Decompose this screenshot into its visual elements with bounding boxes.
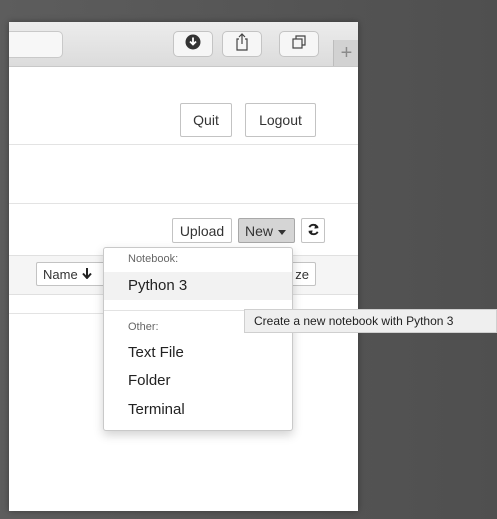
- caret-down-icon: [278, 223, 287, 239]
- python3-tooltip: Create a new notebook with Python 3: [244, 309, 497, 333]
- tabs-icon: [291, 34, 307, 55]
- name-column-label: Name: [43, 266, 78, 282]
- download-icon: [185, 34, 201, 55]
- tabs-divider: [9, 203, 358, 204]
- tabs-button[interactable]: [279, 31, 319, 57]
- new-button-label: New: [245, 222, 274, 239]
- other-section-header: Other:: [128, 321, 159, 333]
- share-button[interactable]: [222, 31, 262, 57]
- download-button[interactable]: [173, 31, 213, 57]
- share-icon: [234, 32, 250, 56]
- browser-toolbar: +: [9, 22, 358, 67]
- menu-item-python3[interactable]: Python 3: [104, 272, 292, 300]
- upload-button[interactable]: Upload: [172, 218, 232, 243]
- logout-button[interactable]: Logout: [245, 103, 316, 137]
- arrow-down-icon: [81, 267, 92, 282]
- new-dropdown-menu: Notebook: Python 3 Other: Text File Fold…: [103, 247, 293, 431]
- plus-icon: +: [340, 42, 353, 64]
- new-tab-button[interactable]: +: [333, 40, 358, 66]
- menu-item-text-file[interactable]: Text File: [104, 339, 292, 367]
- menu-item-folder[interactable]: Folder: [104, 367, 292, 395]
- refresh-icon: [307, 223, 320, 239]
- address-bar[interactable]: [9, 31, 63, 58]
- new-dropdown-button[interactable]: New: [238, 218, 295, 243]
- sort-by-name-button[interactable]: Name: [36, 262, 107, 286]
- notebook-section-header: Notebook:: [128, 253, 179, 265]
- quit-button[interactable]: Quit: [180, 103, 232, 137]
- header-divider: [9, 144, 358, 145]
- refresh-button[interactable]: [301, 218, 325, 243]
- menu-item-terminal[interactable]: Terminal: [104, 396, 292, 424]
- size-column-label: ze: [295, 266, 309, 282]
